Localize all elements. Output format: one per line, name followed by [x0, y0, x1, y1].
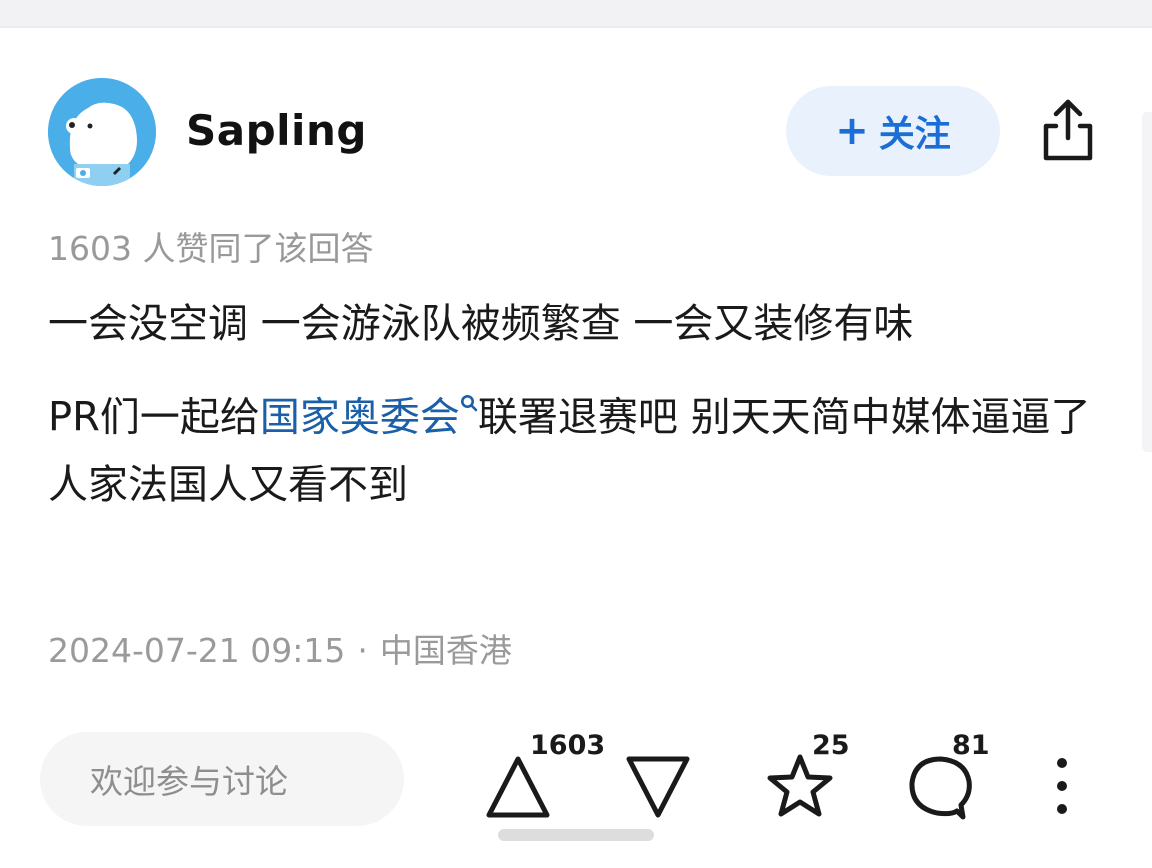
- more-vertical-icon: [1057, 758, 1067, 814]
- polar-bear-avatar-icon: [48, 78, 156, 186]
- answer-text: PR们一起给: [48, 394, 260, 441]
- answer-paragraph: 一会没空调 一会游泳队被频繁查 一会又装修有味: [48, 301, 914, 347]
- meta-separator: ·: [357, 631, 368, 670]
- home-indicator: [498, 829, 654, 841]
- favorite-count: 25: [812, 730, 850, 761]
- follow-button[interactable]: + 关注: [786, 86, 1000, 176]
- keyword-link[interactable]: 国家奥委会: [260, 394, 460, 440]
- answer-header: Sapling + 关注: [48, 78, 1098, 186]
- downvote-icon: [626, 756, 690, 818]
- answer-meta: 2024-07-21 09:15 · 中国香港: [48, 624, 512, 672]
- upvote-icon: [486, 756, 550, 818]
- bottom-action-bar: 欢迎参与讨论 1603 25 81: [0, 720, 1152, 868]
- top-strip: [0, 0, 1152, 28]
- search-icon[interactable]: [460, 372, 478, 440]
- downvote-button[interactable]: [620, 740, 696, 832]
- comment-count: 81: [952, 730, 990, 761]
- comment-icon: [909, 756, 972, 820]
- vote-summary: 1603 人赞同了该回答: [48, 229, 374, 268]
- share-icon[interactable]: [1038, 94, 1098, 164]
- star-icon: [767, 754, 833, 817]
- author-avatar[interactable]: [48, 78, 156, 186]
- comment-input[interactable]: 欢迎参与讨论: [40, 732, 404, 826]
- plus-icon: +: [835, 108, 869, 154]
- follow-label: 关注: [878, 114, 951, 155]
- author-name[interactable]: Sapling: [186, 106, 367, 155]
- upvote-count: 1603: [530, 730, 606, 761]
- more-options-button[interactable]: [1040, 746, 1084, 826]
- answer-body: 一会没空调 一会游泳队被频繁查 一会又装修有味 PR们一起给国家奥委会 联署退赛…: [48, 290, 1108, 537]
- answer-location: 中国香港: [379, 631, 512, 670]
- comment-placeholder: 欢迎参与讨论: [90, 762, 288, 801]
- answer-datetime: 2024-07-21 09:15: [48, 631, 346, 670]
- scrollbar[interactable]: [1142, 112, 1152, 452]
- answer-paragraph: PR们一起给国家奥委会 联署退赛吧 别天天简中媒体逼逼了 人家法国人又看不到: [48, 376, 1108, 519]
